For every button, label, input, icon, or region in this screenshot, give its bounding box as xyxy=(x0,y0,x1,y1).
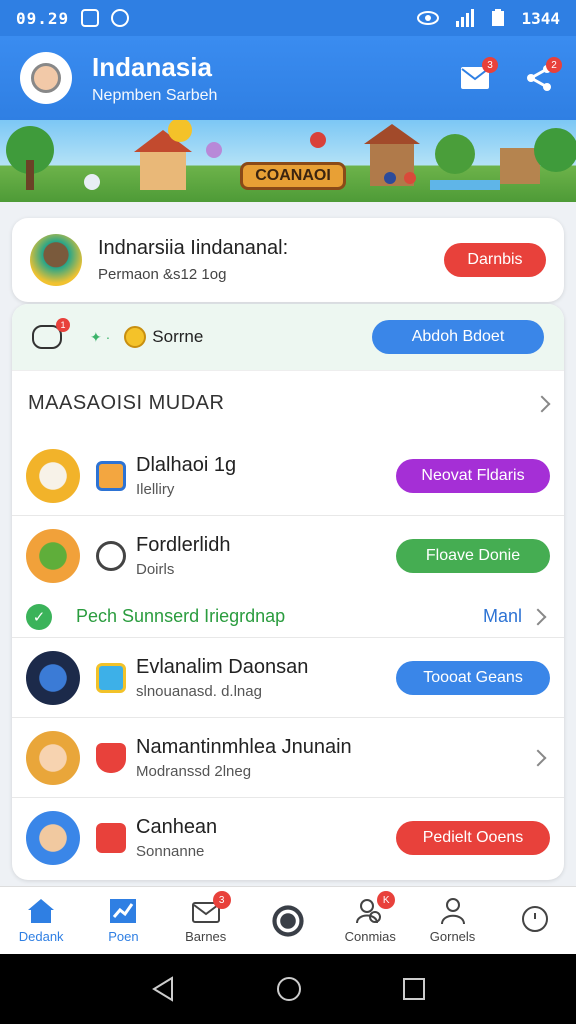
signal-icon xyxy=(456,9,475,27)
score-strip: 1 ✦ · Sorrne Abdoh Bdoet xyxy=(12,304,564,370)
item-title: Fordlerlidh xyxy=(136,534,231,556)
nav-compass[interactable] xyxy=(247,887,329,954)
item-action-button[interactable]: Pedielt Ooens xyxy=(396,821,550,855)
item-title: Canhean xyxy=(136,816,218,838)
item-subtitle: Sonnanne xyxy=(136,843,205,860)
chevron-right-icon xyxy=(533,395,551,412)
share-button[interactable]: 2 xyxy=(522,57,562,95)
list-item[interactable]: Dlalhaoi 1g Ilelliry Neovat Fldaris xyxy=(12,436,564,516)
app-subtitle: Nepmben Sarbeh xyxy=(92,86,218,104)
profile-action-button[interactable]: Darnbis xyxy=(444,243,546,277)
nav-timer[interactable] xyxy=(494,887,576,954)
sync-icon xyxy=(111,9,130,27)
home-circle-icon[interactable] xyxy=(275,975,303,1003)
nav-label: Gornels xyxy=(429,929,476,944)
notice-text: Pech Sunnserd Iriegrdnap xyxy=(76,606,286,626)
profile-avatar[interactable] xyxy=(30,234,82,286)
section-header[interactable]: MAASAOISI MUDAR xyxy=(12,370,564,436)
item-subtitle: Modranssd 2lneg xyxy=(136,762,252,780)
list-item[interactable]: Canhean Sonnanne Pedielt Ooens xyxy=(12,798,564,878)
item-subtitle: Doirls xyxy=(136,561,175,578)
avatar-face xyxy=(31,63,61,93)
item-action-button[interactable]: Toooat Geans xyxy=(396,660,550,695)
item-title: Namantinmhlea Jnunain xyxy=(136,735,352,758)
profile-subtitle: Permaon &s12 1og xyxy=(98,266,227,283)
cube-icon xyxy=(96,662,126,693)
home-icon xyxy=(28,899,55,923)
steam-icon xyxy=(96,541,126,571)
share-badge: 2 xyxy=(546,57,562,73)
notification-icon xyxy=(81,9,100,27)
eye-icon xyxy=(417,11,440,25)
nav-label: Barnes xyxy=(185,929,227,944)
back-icon[interactable] xyxy=(150,976,176,1002)
battery-level: 1344 xyxy=(521,8,560,28)
item-title: Dlalhaoi 1g xyxy=(136,453,237,476)
nav-label: Poen xyxy=(108,929,139,944)
user-avatar[interactable] xyxy=(20,52,72,104)
clock: 09.29 xyxy=(16,8,70,28)
lion-shield-icon xyxy=(96,742,126,773)
nav-games[interactable]: 3 Barnes xyxy=(165,887,247,954)
battery-icon xyxy=(492,9,505,26)
app-header: Indanasia Nepmben Sarbeh 3 2 xyxy=(0,36,576,120)
chevron-right-icon[interactable] xyxy=(529,749,547,766)
nav-badge: K xyxy=(377,891,396,909)
nav-label: Conmias xyxy=(344,929,396,944)
mail-badge: 3 xyxy=(482,57,498,73)
nav-badge: 3 xyxy=(212,891,231,909)
item-action-button[interactable]: Floave Donie xyxy=(396,539,550,573)
clock-icon xyxy=(521,905,548,932)
list-item[interactable]: Fordlerlidh Doirls Floave Donie xyxy=(12,516,564,596)
bottom-nav: Dedank Poen 3 Barnes K Conmias Gornels xyxy=(0,886,576,954)
recents-icon[interactable] xyxy=(402,977,426,1001)
list-item[interactable]: Namantinmhlea Jnunain Modranssd 2lneg xyxy=(12,718,564,798)
checkmark-icon: ✓ xyxy=(26,603,52,630)
item-subtitle: slnouanasd. d.lnag xyxy=(136,682,262,700)
status-bar: 09.29 1344 xyxy=(0,0,576,36)
nav-home[interactable]: Dedank xyxy=(0,887,82,954)
shield-icon xyxy=(96,460,126,491)
chat-icon[interactable]: 1 xyxy=(32,318,70,349)
status-notice[interactable]: ✓ Pech Sunnserd Iriegrdnap Manl xyxy=(12,596,564,638)
score-label: Sorrne xyxy=(152,327,204,346)
item-action-button[interactable]: Neovat Fldaris xyxy=(396,458,550,493)
item-subtitle: Ilelliry xyxy=(136,480,175,498)
banner-label: COANAOI xyxy=(240,162,346,190)
list-item[interactable]: Evlanalim Daonsan slnouanasd. d.lnag Too… xyxy=(12,638,564,718)
mail-button[interactable]: 3 xyxy=(458,57,498,95)
profile-card: Indnarsiia Iindananal: Permaon &s12 1og … xyxy=(12,218,564,302)
score-action-button[interactable]: Abdoh Bdoet xyxy=(372,320,544,354)
game-list-card: 1 ✦ · Sorrne Abdoh Bdoet MAASAOISI MUDAR… xyxy=(12,304,564,880)
nav-label: Dedank xyxy=(18,929,64,944)
heart-monitor-icon xyxy=(96,823,126,853)
chat-badge: 1 xyxy=(56,318,70,332)
app-title: Indanasia xyxy=(92,51,212,82)
item-title: Evlanalim Daonsan xyxy=(136,655,309,678)
game-avatar xyxy=(26,650,80,705)
game-avatar xyxy=(26,730,80,785)
game-banner[interactable]: COANAOI xyxy=(0,120,576,202)
chart-icon xyxy=(110,899,137,923)
person-icon xyxy=(440,898,465,925)
profile-name: Indnarsiia Iindananal: xyxy=(98,237,289,259)
coin-icon xyxy=(124,326,147,348)
nav-community[interactable]: K Conmias xyxy=(329,887,411,954)
game-avatar xyxy=(26,448,80,503)
game-avatar xyxy=(26,811,80,865)
sparkle-icon: ✦ · xyxy=(90,328,111,345)
nav-chart[interactable]: Poen xyxy=(82,887,164,954)
section-title: MAASAOISI MUDAR xyxy=(28,392,225,414)
compass-icon xyxy=(272,904,304,937)
system-nav-bar xyxy=(0,954,576,1024)
chevron-right-icon xyxy=(529,608,547,625)
nav-profile[interactable]: Gornels xyxy=(411,887,493,954)
notice-more-link[interactable]: Manl xyxy=(483,606,522,627)
game-avatar xyxy=(26,529,80,583)
